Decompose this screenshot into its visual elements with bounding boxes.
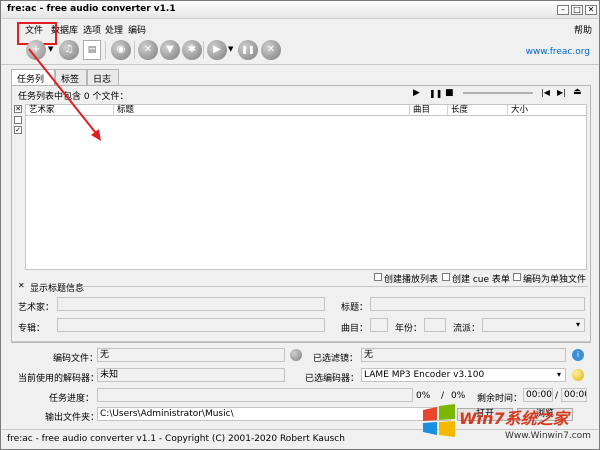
watermark-url: Www.Winwin7.com [505,431,591,441]
column-title[interactable]: 标题 [114,105,410,116]
stop-icon[interactable]: ■ [445,88,454,98]
year-field[interactable] [424,318,446,332]
watermark-text: Win7系统之家 [459,409,569,428]
window-title: fre:ac - free audio converter v1.1 [7,4,176,14]
filter-icon[interactable]: ▼ [160,40,180,60]
minimize-button[interactable]: – [557,5,569,15]
annotation-arrow [28,48,101,141]
cddb-icon[interactable]: ◉ [111,40,131,60]
pause-icon[interactable]: ❚❚ [429,89,442,98]
progress-bar [97,388,413,402]
close-button[interactable]: ✕ [585,5,597,15]
remaining-time-field: 00:00 [523,388,553,402]
cuesheet-checkbox[interactable] [442,273,450,281]
selected-filter-label: 已选滤镜： [313,354,359,364]
eject-icon[interactable]: ⏏ [573,87,582,97]
column-size[interactable]: 大小 [508,105,588,116]
website-link[interactable]: www.freac.org [526,47,590,57]
windows-logo-icon [423,404,455,437]
pause-icon[interactable]: ❚❚ [238,40,258,60]
album-label: 专辑： [18,324,46,334]
chevron-down-icon[interactable]: ▾ [553,369,565,381]
toolbar-separator [203,41,204,59]
playlist-checkbox[interactable] [374,273,382,281]
artist-label: 艺术家： [18,303,55,313]
year-label: 年份： [395,324,423,334]
menu-options[interactable]: 选项 [83,23,101,36]
decoder-field: 未知 [97,368,285,382]
title-label: 标题： [341,303,369,313]
title-bar[interactable]: fre:ac - free audio converter v1.1 – □ ✕ [1,1,599,19]
encoder-label: 已选编码器： [305,374,360,384]
app-window: fre:ac - free audio converter v1.1 – □ ✕… [0,0,600,450]
gear-icon[interactable]: ✱ [182,40,202,60]
stop-icon[interactable]: ✕ [261,40,281,60]
menu-encode[interactable]: 编码 [128,23,146,36]
show-title-info-checkbox[interactable]: ✕ [18,281,25,290]
chevron-down-icon[interactable]: ▾ [572,319,584,331]
time-separator: / [555,391,559,401]
progress-separator: / [441,391,445,401]
total-time-field: 00:00 [561,388,587,402]
seek-slider[interactable] [463,92,533,94]
watermark-logo: Win7系统之家 Www.Winwin7.com [421,401,593,445]
playlist-label: 创建播放列表 [384,275,439,285]
play-icon[interactable]: ▶ [413,88,420,98]
encoder-dropdown[interactable]: LAME MP3 Encoder v3.100 [361,368,566,382]
separate-files-label: 编码为单独文件 [523,275,587,285]
artist-field[interactable] [57,297,325,311]
menu-bar: 文件 数据库 选项 处理 编码 帮助 [1,21,599,36]
output-folder-field[interactable]: C:\Users\Administrator\Music\ [97,407,451,421]
info-icon[interactable]: i [572,349,584,361]
encode-start-icon[interactable]: ▶ [207,40,227,60]
column-length[interactable]: 长度 [448,105,508,116]
divider [81,286,588,287]
menu-help[interactable]: 帮助 [574,23,592,36]
cuesheet-label: 创建 cue 表单 [452,275,510,285]
next-icon[interactable]: ▶| [557,88,566,97]
tools-icon[interactable]: ✕ [138,40,158,60]
total-percent: 0% [451,391,466,401]
track-label: 曲目： [341,324,369,334]
show-title-info-label: 显示标题信息 [30,284,85,294]
chevron-down-icon[interactable]: ▼ [228,45,233,53]
genre-label: 流派： [453,324,481,334]
toolbar-separator [134,41,135,59]
column-track[interactable]: 曲目 [410,105,448,116]
filter-status-icon [290,349,302,361]
progress-percent: 0% [416,391,431,401]
encode-file-field: 无 [97,348,285,362]
title-field[interactable] [370,297,585,311]
encode-file-label: 编码文件： [53,354,99,364]
progress-label: 任务进度： [49,394,95,404]
genre-dropdown[interactable] [482,318,585,332]
status-bar-text: fre:ac - free audio converter v1.1 - Cop… [7,434,345,444]
separate-files-checkbox[interactable] [513,273,521,281]
track-field[interactable] [370,318,388,332]
previous-icon[interactable]: |◀ [541,88,550,97]
selected-filter-field: 无 [361,348,566,362]
maximize-button[interactable]: □ [571,5,583,15]
album-field[interactable] [57,318,325,332]
divider [11,341,591,342]
decoder-label: 当前使用的解码器： [18,374,100,384]
output-folder-label: 输出文件夹： [45,413,100,423]
encoder-config-icon[interactable] [572,369,584,381]
menu-process[interactable]: 处理 [105,23,123,36]
